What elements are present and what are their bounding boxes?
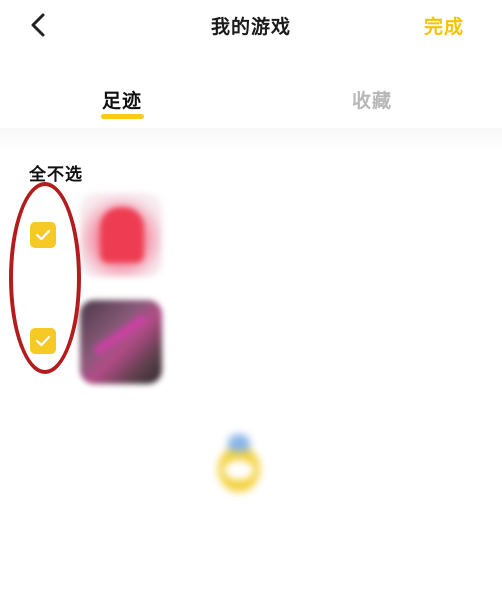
- tab-favorites[interactable]: 收藏: [352, 86, 392, 113]
- deselect-all-button[interactable]: 全不选: [29, 160, 83, 185]
- game-checkbox[interactable]: [30, 222, 56, 248]
- empty-state-mascot: [206, 430, 272, 496]
- game-list-item[interactable]: [0, 290, 502, 390]
- active-tab-indicator: [101, 114, 144, 119]
- my-games-screen: 我的游戏 完成 足迹 收藏 全不选: [0, 0, 502, 601]
- nav-header: 我的游戏 完成: [0, 0, 502, 50]
- game-icon[interactable]: [80, 193, 162, 277]
- tab-footprints[interactable]: 足迹: [102, 86, 142, 113]
- done-button[interactable]: 完成: [424, 12, 464, 39]
- game-icon[interactable]: [80, 300, 162, 384]
- tab-bar: 足迹 收藏: [0, 80, 502, 130]
- game-checkbox[interactable]: [30, 328, 56, 354]
- checkmark-icon: [35, 229, 51, 241]
- game-list-item[interactable]: [0, 185, 502, 285]
- tab-bar-shadow: [0, 128, 502, 152]
- checkmark-icon: [35, 335, 51, 347]
